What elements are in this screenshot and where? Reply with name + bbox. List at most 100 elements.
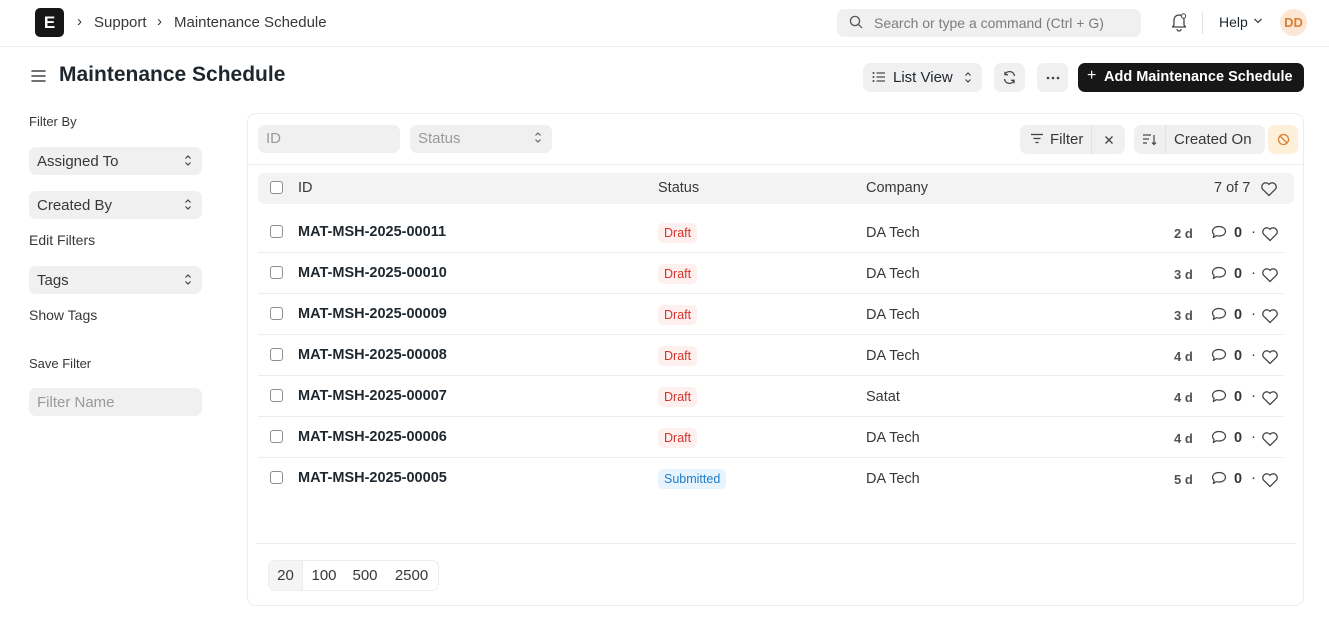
row-checkbox[interactable] [270, 348, 283, 361]
status-badge: Draft [658, 223, 698, 243]
list-row[interactable]: MAT-MSH-2025-00006 Draft DA Tech 4 d 0 · [258, 417, 1284, 458]
status-badge: Draft [658, 305, 698, 325]
filter-name-input[interactable]: Filter Name [29, 388, 202, 416]
more-actions-button[interactable] [1037, 63, 1068, 92]
edit-filters-link[interactable]: Edit Filters [29, 232, 95, 248]
page-size-500[interactable]: 500 [345, 561, 385, 590]
status-badge: Draft [658, 346, 698, 366]
page-size-2500[interactable]: 2500 [386, 561, 437, 590]
list-row[interactable]: MAT-MSH-2025-00005 Submitted DA Tech 5 d… [258, 458, 1284, 499]
plus-icon: + [1087, 67, 1097, 84]
list-card: ID Status Filter Created On ID Status Co… [247, 113, 1304, 606]
refresh-button[interactable] [994, 63, 1025, 92]
row-id-link[interactable]: MAT-MSH-2025-00007 [298, 388, 447, 404]
filter-label: Filter [1050, 131, 1084, 148]
row-checkbox[interactable] [270, 307, 283, 320]
list-view-label: List View [893, 69, 953, 86]
row-checkbox[interactable] [270, 471, 283, 484]
assigned-to-label: Assigned To [37, 153, 119, 170]
tags-select[interactable]: Tags [29, 266, 202, 294]
bell-icon[interactable] [1170, 12, 1188, 32]
separator-dot: · [1251, 305, 1256, 322]
ban-icon [1277, 133, 1289, 146]
avatar[interactable]: DD [1280, 9, 1307, 36]
assigned-to-select[interactable]: Assigned To [29, 147, 202, 175]
heart-icon[interactable] [1261, 390, 1279, 406]
row-id-link[interactable]: MAT-MSH-2025-00008 [298, 347, 447, 363]
row-checkbox[interactable] [270, 266, 283, 279]
assign-filter-button[interactable] [1268, 125, 1298, 154]
id-filter-input[interactable]: ID [258, 125, 400, 153]
sidebar-toggle-icon[interactable] [30, 68, 47, 84]
heart-icon[interactable] [1261, 226, 1279, 242]
sort-direction-button[interactable] [1134, 125, 1166, 154]
save-filter-label: Save Filter [29, 356, 92, 371]
row-id-link[interactable]: MAT-MSH-2025-00010 [298, 265, 447, 281]
list-row[interactable]: MAT-MSH-2025-00011 Draft DA Tech 2 d 0 · [258, 212, 1284, 253]
row-id-link[interactable]: MAT-MSH-2025-00006 [298, 429, 447, 445]
status-badge: Draft [658, 387, 698, 407]
row-id-link[interactable]: MAT-MSH-2025-00005 [298, 470, 447, 486]
navbar: E › Support › Maintenance Schedule Searc… [0, 0, 1329, 47]
comment-count: 0 [1234, 225, 1243, 241]
row-id-link[interactable]: MAT-MSH-2025-00009 [298, 306, 447, 322]
status-badge: Draft [658, 264, 698, 284]
separator-dot: · [1251, 428, 1256, 445]
list-row[interactable]: MAT-MSH-2025-00008 Draft DA Tech 4 d 0 · [258, 335, 1284, 376]
row-checkbox[interactable] [270, 430, 283, 443]
list-row[interactable]: MAT-MSH-2025-00010 Draft DA Tech 3 d 0 · [258, 253, 1284, 294]
list-row[interactable]: MAT-MSH-2025-00009 Draft DA Tech 3 d 0 · [258, 294, 1284, 335]
row-id-link[interactable]: MAT-MSH-2025-00011 [298, 224, 446, 240]
divider [256, 543, 1297, 544]
show-tags-link[interactable]: Show Tags [29, 307, 97, 323]
comment-icon [1211, 389, 1227, 403]
status-badge: Draft [658, 428, 698, 448]
select-all-checkbox[interactable] [270, 181, 283, 194]
status-filter-placeholder: Status [418, 130, 461, 147]
list-row[interactable]: MAT-MSH-2025-00007 Draft Satat 4 d 0 · [258, 376, 1284, 417]
tags-label: Tags [37, 272, 69, 289]
heart-icon[interactable] [1260, 181, 1278, 197]
column-header-company: Company [866, 180, 929, 196]
list-view-button[interactable]: List View [863, 63, 982, 92]
row-checkbox[interactable] [270, 389, 283, 402]
avatar-initials: DD [1284, 15, 1303, 30]
add-maintenance-schedule-button[interactable]: + Add Maintenance Schedule [1078, 63, 1304, 92]
status-filter-select[interactable]: Status [410, 125, 552, 153]
filter-button[interactable]: Filter [1020, 125, 1092, 154]
heart-icon[interactable] [1261, 431, 1279, 447]
comment-count: 0 [1234, 389, 1243, 405]
navbar-divider [1202, 12, 1203, 34]
heart-icon[interactable] [1261, 308, 1279, 324]
page-size-20[interactable]: 20 [269, 561, 303, 590]
sort-by-button[interactable]: Created On [1174, 131, 1252, 148]
chevron-right-icon: › [157, 13, 162, 30]
breadcrumb-maintenance-schedule[interactable]: Maintenance Schedule [174, 14, 327, 31]
id-filter-placeholder: ID [266, 130, 281, 147]
row-age: 2 d [1174, 226, 1193, 241]
app-logo[interactable]: E [35, 8, 64, 37]
heart-icon[interactable] [1261, 267, 1279, 283]
comment-count: 0 [1234, 266, 1243, 282]
row-checkbox[interactable] [270, 225, 283, 238]
heart-icon[interactable] [1261, 349, 1279, 365]
search-input[interactable]: Search or type a command (Ctrl + G) [837, 9, 1141, 37]
page-title: Maintenance Schedule [59, 63, 286, 86]
list-icon [872, 72, 885, 82]
separator-dot: · [1251, 469, 1256, 486]
row-company: DA Tech [866, 225, 920, 241]
list-header: ID Status Company 7 of 7 [258, 173, 1294, 204]
breadcrumb-support[interactable]: Support [94, 14, 147, 31]
record-count: 7 of 7 [1214, 180, 1251, 196]
page-size-100[interactable]: 100 [304, 561, 344, 590]
row-company: DA Tech [866, 348, 920, 364]
created-by-select[interactable]: Created By [29, 191, 202, 219]
comment-icon [1211, 430, 1227, 444]
clear-filter-button[interactable] [1093, 125, 1125, 154]
heart-icon[interactable] [1261, 472, 1279, 488]
chevron-down-icon[interactable] [1253, 17, 1263, 25]
select-caret-icon [965, 72, 971, 83]
comment-icon [1211, 225, 1227, 239]
help-menu[interactable]: Help [1219, 14, 1248, 30]
row-age: 3 d [1174, 267, 1193, 282]
